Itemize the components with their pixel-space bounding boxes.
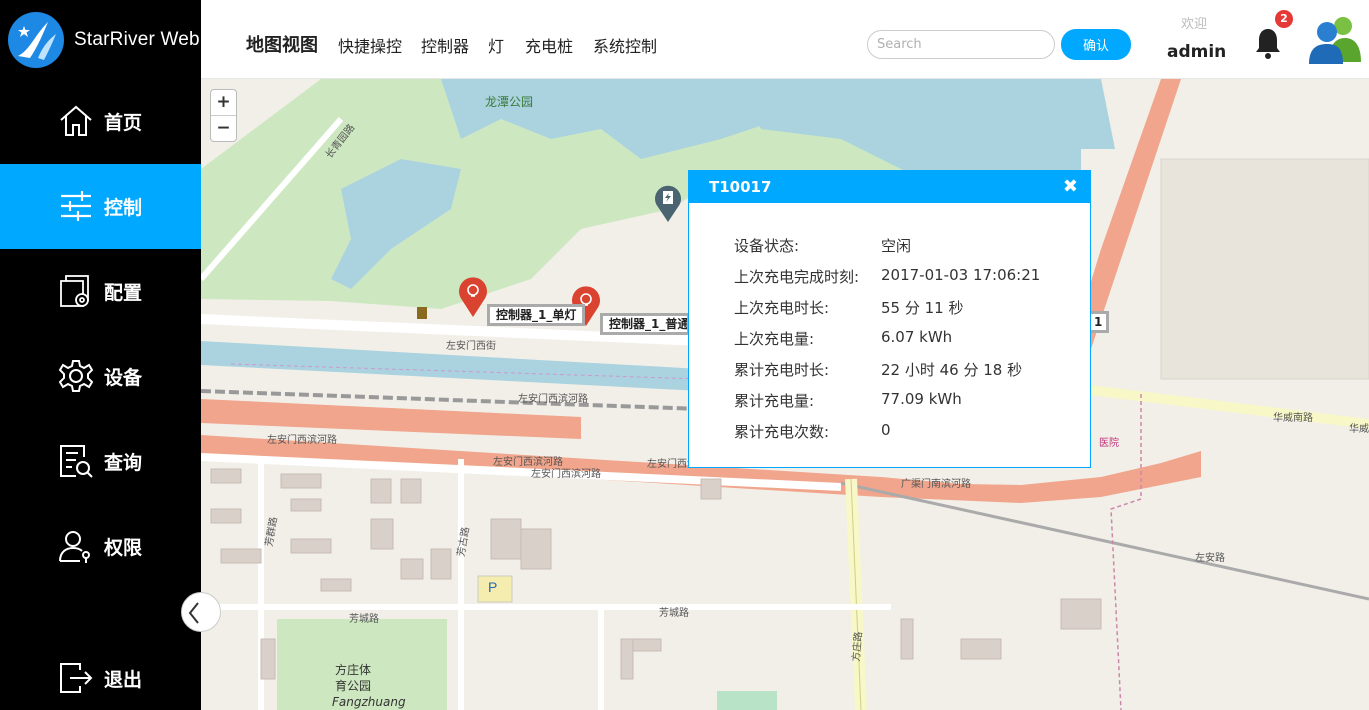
sidebar-item-label: 查询 xyxy=(104,452,143,474)
info-label: 设备状态: xyxy=(734,237,800,255)
user-permission-icon xyxy=(59,531,90,563)
info-value: 55 分 11 秒 xyxy=(881,299,964,317)
info-label: 累计充电时长: xyxy=(734,361,830,379)
search-input[interactable] xyxy=(867,30,1055,59)
query-icon xyxy=(60,445,93,478)
road-label: 芳城路 xyxy=(349,614,379,625)
info-label: 上次充电完成时刻: xyxy=(734,268,860,286)
sliders-icon xyxy=(61,191,91,221)
sidebar-item-label: 退出 xyxy=(104,669,143,691)
info-label: 累计充电量: xyxy=(734,392,815,410)
tab-quick-control[interactable]: 快捷操控 xyxy=(338,33,402,57)
chevron-left-icon xyxy=(188,602,199,624)
home-icon xyxy=(60,105,92,136)
zoom-out-button[interactable]: − xyxy=(211,116,236,142)
park-label: 龙潭公园 xyxy=(485,95,534,109)
parking-label: P xyxy=(488,579,498,595)
starriver-logo-icon xyxy=(8,12,64,68)
sidebar-item-label: 首页 xyxy=(104,112,143,134)
sidebar-item-config[interactable]: 配置 xyxy=(0,249,201,334)
sidebar-item-label: 权限 xyxy=(104,537,143,559)
info-value: 0 xyxy=(881,421,891,439)
lamp-marker-icon[interactable] xyxy=(458,276,488,318)
notification-badge: 2 xyxy=(1275,10,1293,28)
road-label: 左安门西滨河路 xyxy=(518,394,588,405)
sidebar-item-control[interactable]: 控制 xyxy=(0,164,201,249)
tab-controller[interactable]: 控制器 xyxy=(421,33,469,57)
tab-light[interactable]: 灯 xyxy=(488,33,504,57)
road-label: 左安门西街 xyxy=(446,341,496,352)
sidebar-item-label: 设备 xyxy=(104,367,143,389)
sidebar-item-logout[interactable]: 退出 xyxy=(0,636,201,710)
road-label: 芳城路 xyxy=(659,608,689,619)
config-icon xyxy=(60,275,89,307)
sidebar-item-permission[interactable]: 权限 xyxy=(0,504,201,589)
popup-header: T10017 ✖ xyxy=(689,171,1090,203)
info-value: 77.09 kWh xyxy=(881,390,962,408)
sidebar-item-label: 控制 xyxy=(104,197,143,219)
popup-title: T10017 xyxy=(709,178,772,196)
sidebar-item-home[interactable]: 首页 xyxy=(0,79,201,164)
info-value: 22 小时 46 分 18 秒 xyxy=(881,361,1023,379)
sidebar-item-query[interactable]: 查询 xyxy=(0,419,201,504)
info-label: 上次充电量: xyxy=(734,330,815,348)
top-header: 地图视图 快捷操控 控制器 灯 充电桩 系统控制 确认 欢迎 admin 2 xyxy=(201,0,1369,79)
controller-label[interactable]: 控制器_1_普通 xyxy=(600,313,690,335)
park-label: 育公园 xyxy=(335,679,372,693)
info-value: 6.07 kWh xyxy=(881,328,953,346)
info-label: 上次充电时长: xyxy=(734,299,830,317)
zoom-control: + − xyxy=(210,89,237,142)
info-label: 累计充电次数: xyxy=(734,423,830,441)
info-value: 空闲 xyxy=(881,237,912,255)
tab-map-view[interactable]: 地图视图 xyxy=(246,31,318,57)
road-label: 广渠门南滨河路 xyxy=(901,479,971,490)
poi-label: 医院 xyxy=(1099,438,1119,449)
username: admin xyxy=(1167,42,1227,62)
gear-icon xyxy=(58,360,94,392)
road-label: 华威南路 xyxy=(1273,413,1313,424)
road-label: 华威 xyxy=(1349,424,1369,435)
road-label: 左安门西滨河路 xyxy=(267,435,337,446)
brand-name: StarRiver Web xyxy=(74,29,200,50)
road-label: 左安路 xyxy=(1195,553,1225,564)
confirm-button[interactable]: 确认 xyxy=(1061,29,1131,60)
sidebar: StarRiver Web 首页 控制 配置 设备 查询 权限 退出 xyxy=(0,0,201,710)
welcome-text: 欢迎 xyxy=(1181,17,1208,32)
brand-logo[interactable]: StarRiver Web xyxy=(0,0,201,79)
sidebar-item-label: 配置 xyxy=(104,282,143,304)
road-label: 方庄路 xyxy=(851,631,865,663)
road-label: 左安门西滨河路 xyxy=(531,469,601,480)
bell-icon[interactable] xyxy=(1253,26,1283,60)
park-label: Fangzhuang xyxy=(332,695,406,709)
zoom-in-button[interactable]: + xyxy=(211,90,236,116)
park-label: 方庄体 xyxy=(335,663,372,677)
charging-pile-popup: T10017 ✖ 设备状态: 空闲 上次充电完成时刻: 2017-01-03 1… xyxy=(688,170,1091,468)
close-icon[interactable]: ✖ xyxy=(1063,176,1078,197)
avatar[interactable] xyxy=(1309,14,1361,64)
logout-icon xyxy=(60,663,93,693)
info-value: 2017-01-03 17:06:21 xyxy=(881,266,1041,284)
charging-pile-marker-icon[interactable] xyxy=(653,183,683,223)
sidebar-collapse-button[interactable] xyxy=(181,592,221,632)
sidebar-item-device[interactable]: 设备 xyxy=(0,334,201,419)
tab-system-control[interactable]: 系统控制 xyxy=(593,33,657,57)
police-icon xyxy=(417,307,427,319)
tab-charging-pile[interactable]: 充电桩 xyxy=(525,33,573,57)
controller-label[interactable]: 控制器_1_单灯 xyxy=(487,304,586,326)
